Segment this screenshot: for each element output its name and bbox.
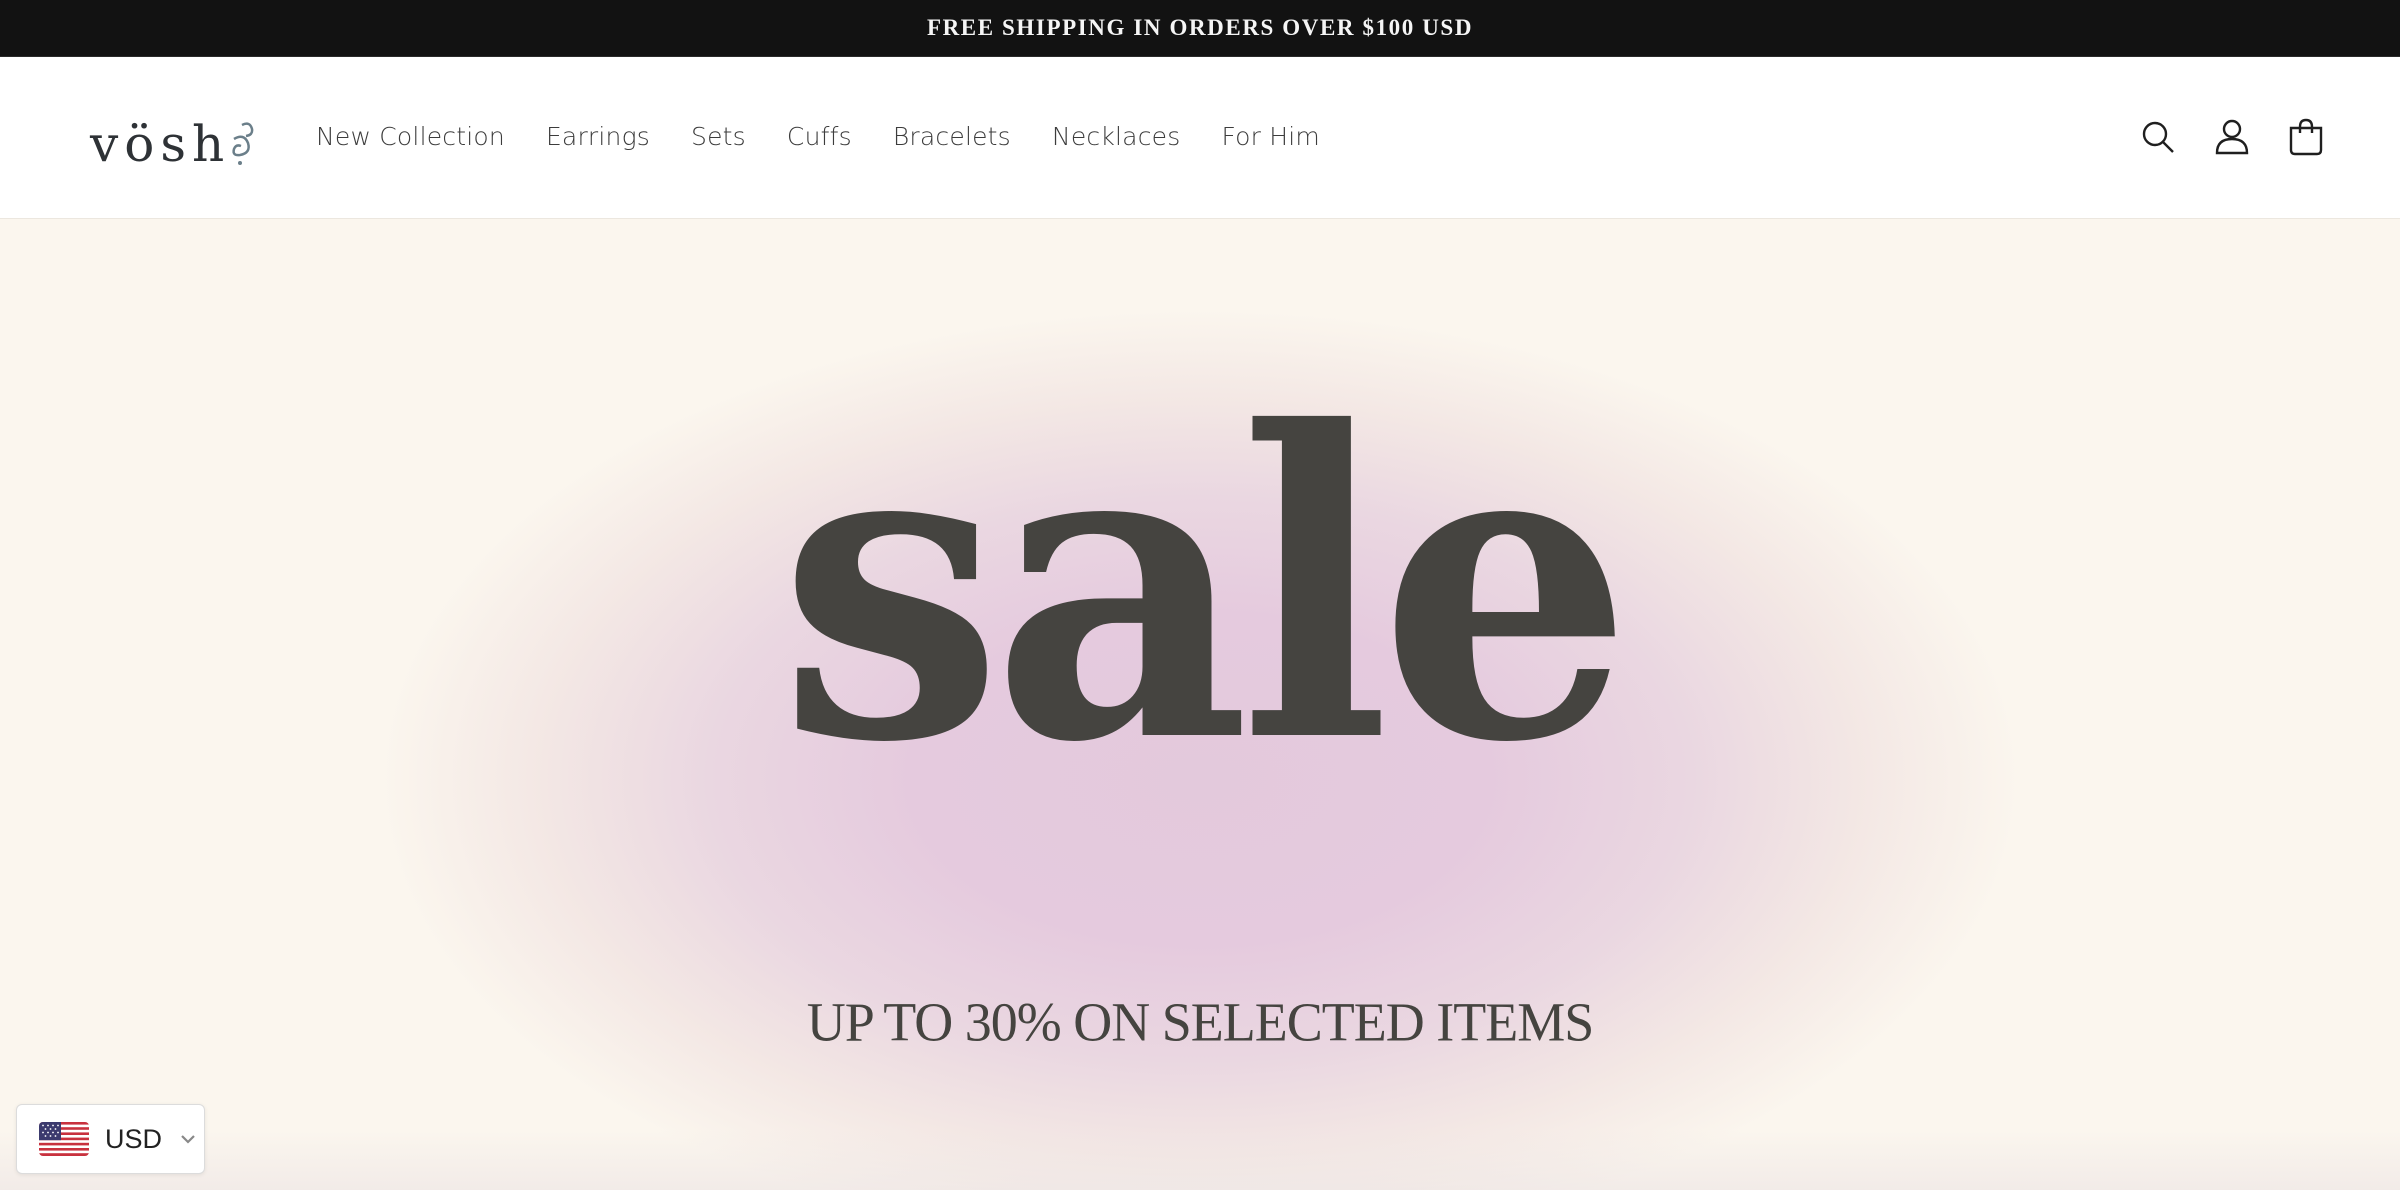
nav-item-bracelets[interactable]: Bracelets bbox=[893, 119, 1011, 155]
hero-banner[interactable]: sale UP TO 30% ON SELECTED ITEMS bbox=[0, 219, 2400, 1190]
nav-item-new-collection[interactable]: New Collection bbox=[316, 119, 505, 155]
site-header: vösh New Collection Earrings Sets Cuffs … bbox=[0, 57, 2400, 219]
nav-item-earrings[interactable]: Earrings bbox=[546, 119, 650, 155]
account-icon[interactable] bbox=[2214, 117, 2250, 157]
nav-item-for-him[interactable]: For Him bbox=[1221, 119, 1320, 155]
hero-bottom-fade bbox=[0, 1130, 2400, 1190]
announcement-text: FREE SHIPPING IN ORDERS OVER $100 USD bbox=[926, 15, 1474, 40]
chevron-down-icon bbox=[181, 1135, 195, 1144]
currency-selector[interactable]: USD bbox=[16, 1104, 205, 1174]
hero-inner: sale UP TO 30% ON SELECTED ITEMS bbox=[0, 219, 2400, 1190]
logo[interactable]: vösh bbox=[90, 109, 256, 169]
hero-headline: sale bbox=[778, 342, 1632, 835]
currency-code: USD bbox=[105, 1123, 163, 1154]
cart-icon[interactable] bbox=[2288, 117, 2324, 157]
us-flag-icon bbox=[39, 1122, 89, 1156]
nav-item-sets[interactable]: Sets bbox=[691, 119, 746, 155]
nav-item-cuffs[interactable]: Cuffs bbox=[787, 119, 852, 155]
nav-item-necklaces[interactable]: Necklaces bbox=[1052, 119, 1181, 155]
logo-text: vösh bbox=[90, 115, 231, 173]
header-icons bbox=[2140, 117, 2324, 157]
announcement-bar: FREE SHIPPING IN ORDERS OVER $100 USD bbox=[0, 0, 2400, 57]
logo-swirl-icon bbox=[232, 122, 254, 165]
main-nav: New Collection Earrings Sets Cuffs Brace… bbox=[316, 119, 1361, 155]
hero-subheadline: UP TO 30% ON SELECTED ITEMS bbox=[806, 991, 1595, 1053]
search-icon[interactable] bbox=[2140, 117, 2176, 157]
